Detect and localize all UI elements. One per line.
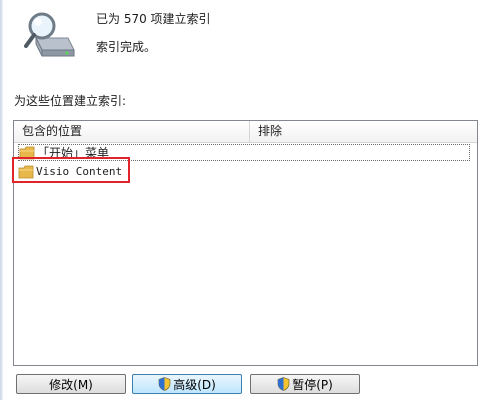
advanced-button-label: 高级(D) — [173, 377, 216, 392]
column-header-excluded[interactable]: 排除 — [250, 121, 477, 142]
indexed-count-text: 已为 570 项建立索引 — [96, 12, 211, 26]
list-column-header: 包含的位置 排除 — [14, 121, 477, 143]
indexing-complete-text: 索引完成。 — [96, 40, 157, 54]
index-drive-magnifier-icon — [24, 12, 75, 57]
advanced-button[interactable]: 高级(D) — [132, 374, 242, 394]
window-left-edge — [0, 0, 3, 400]
pause-button-label: 暂停(P) — [292, 377, 333, 392]
locations-section-label: 为这些位置建立索引: — [14, 94, 127, 108]
column-header-included[interactable]: 包含的位置 — [14, 121, 250, 142]
modify-button-label: 修改(M) — [49, 377, 93, 392]
uac-shield-icon — [158, 377, 171, 391]
modify-button[interactable]: 修改(M) — [16, 374, 126, 394]
pause-button[interactable]: 暂停(P) — [250, 374, 360, 394]
red-highlight-annotation — [12, 157, 130, 183]
uac-shield-icon — [277, 377, 290, 391]
